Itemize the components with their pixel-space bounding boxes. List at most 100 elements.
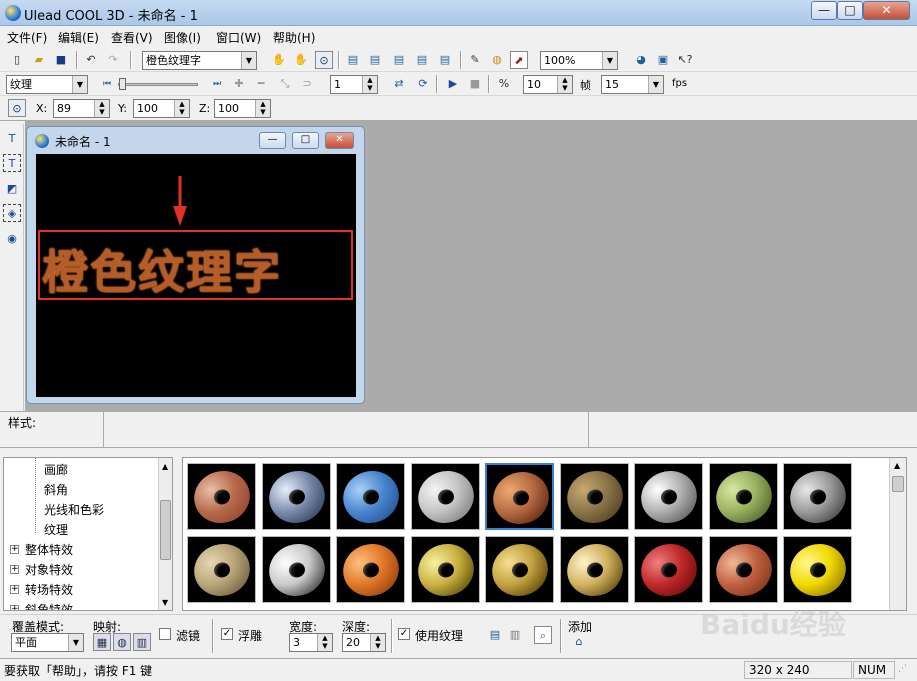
gallery-scrollbar[interactable]: ▲ <box>889 458 906 610</box>
insert-geometry-icon[interactable]: ◉ <box>3 230 21 248</box>
spin-arrows-icon[interactable]: ▲ ▼ <box>370 634 385 651</box>
menu-file[interactable]: 文件(F) <box>7 29 47 46</box>
remove-keyframe-icon[interactable]: ━ <box>252 75 270 93</box>
fps-select[interactable]: 15 ▼ <box>601 75 664 94</box>
load-image-icon[interactable]: ▤ <box>486 626 504 644</box>
hand-move-icon[interactable]: ✋ <box>270 51 288 69</box>
add-keyframe-icon[interactable]: ✚ <box>230 75 248 93</box>
scroll-thumb[interactable] <box>160 500 171 560</box>
view-front-icon[interactable]: ▤ <box>344 51 362 69</box>
texture-thumb[interactable] <box>410 463 481 531</box>
tree-item-global-fx[interactable]: 整体特效 <box>25 541 73 558</box>
texture-thumb[interactable] <box>559 463 630 531</box>
scroll-down-icon[interactable]: ▼ <box>162 598 168 607</box>
tree-scrollbar[interactable]: ▲ ▼ <box>158 458 172 610</box>
chevron-down-icon[interactable]: ▼ <box>68 634 83 651</box>
image-export-icon[interactable]: ▣ <box>654 51 672 69</box>
stop-icon[interactable]: ■ <box>466 75 484 93</box>
tree-item-light-color[interactable]: 光线和色彩 <box>44 501 104 518</box>
render-canvas[interactable]: 橙色纹理字 <box>36 154 356 397</box>
blend-mode-select[interactable]: 平面 ▼ <box>11 633 84 652</box>
save-icon[interactable]: ■ <box>52 51 70 69</box>
loop-icon[interactable]: ⇄ <box>390 75 408 93</box>
texture-thumb[interactable] <box>783 536 853 604</box>
use-texture-checkbox[interactable]: ✓ <box>398 628 410 640</box>
resize-grip-icon[interactable]: ⋰ <box>898 664 912 678</box>
new-file-icon[interactable]: ▯ <box>8 51 26 69</box>
tree-item-texture[interactable]: 纹理 <box>44 521 68 538</box>
total-frames-spinner[interactable]: 10 ▲ ▼ <box>523 75 573 94</box>
timeline-slider[interactable] <box>118 78 198 90</box>
object-select[interactable]: 橙色纹理字 ▼ <box>142 51 257 70</box>
web-export-icon[interactable]: ◕ <box>632 51 650 69</box>
maximize-button[interactable]: □ <box>837 1 863 20</box>
view-back-icon[interactable]: ▤ <box>413 51 431 69</box>
spin-arrows-icon[interactable]: ▲ ▼ <box>255 100 270 117</box>
chart-icon[interactable]: ⬈ <box>510 51 528 69</box>
minimize-button[interactable]: — <box>811 1 837 20</box>
position-mode-icon[interactable]: ⊙ <box>8 99 26 117</box>
view-bottom-icon[interactable]: ▤ <box>436 51 454 69</box>
redo-icon[interactable]: ↷ <box>104 51 122 69</box>
light-icon[interactable]: ✎ <box>466 51 484 69</box>
edit-graphic-icon[interactable]: ◈ <box>3 204 21 222</box>
texture-thumb[interactable] <box>783 463 853 531</box>
tree-item-object-fx[interactable]: 对象特效 <box>25 561 73 578</box>
spin-arrows-icon[interactable]: ▲ ▼ <box>557 76 572 93</box>
filter-checkbox[interactable] <box>159 628 171 640</box>
hand-rotate-icon[interactable]: ✋ <box>292 51 310 69</box>
doc-maximize-button[interactable]: □ <box>292 132 319 149</box>
texture-thumb[interactable] <box>708 463 779 531</box>
3d-text-object[interactable]: 橙色纹理字 <box>42 236 352 302</box>
expand-icon[interactable]: + <box>10 585 19 594</box>
open-folder-icon[interactable]: ▰ <box>30 51 48 69</box>
menu-edit[interactable]: 编辑(E) <box>58 29 99 46</box>
expand-icon[interactable]: + <box>10 565 19 574</box>
expand-icon[interactable]: + <box>10 545 19 554</box>
spin-arrows-icon[interactable]: ▲ ▼ <box>362 76 377 93</box>
texture-thumb[interactable] <box>485 536 555 604</box>
current-frame-spinner[interactable]: 1 ▲ ▼ <box>330 75 378 94</box>
scroll-thumb[interactable] <box>892 476 904 492</box>
tree-item-bevel-fx[interactable]: 斜角特效 <box>25 601 73 610</box>
help-pointer-icon[interactable]: ↖? <box>676 51 694 69</box>
texture-thumb[interactable] <box>261 463 332 531</box>
globe-icon[interactable]: ◍ <box>488 51 506 69</box>
z-spinner[interactable]: 100 ▲ ▼ <box>214 99 271 118</box>
map-plane-icon[interactable]: ▦ <box>93 633 111 651</box>
document-window[interactable]: 未命名 - 1 — □ ✕ 橙色纹理字 <box>26 126 365 404</box>
chevron-down-icon[interactable]: ▼ <box>648 76 663 93</box>
insert-graphic-icon[interactable]: ◩ <box>3 180 21 198</box>
emboss-checkbox[interactable]: ✓ <box>221 628 233 640</box>
chevron-down-icon[interactable]: ▼ <box>602 52 617 69</box>
first-frame-icon[interactable]: ⏮ <box>98 75 116 93</box>
split-keyframe-icon[interactable]: ⤡ <box>276 75 294 93</box>
attribute-select[interactable]: 纹理 ▼ <box>6 75 88 94</box>
texture-thumb[interactable] <box>485 463 556 532</box>
select-object-icon[interactable]: ⊙ <box>315 51 333 69</box>
menu-window[interactable]: 窗口(W) <box>216 29 261 46</box>
ping-pong-icon[interactable]: ⟳ <box>414 75 432 93</box>
menu-help[interactable]: 帮助(H) <box>273 29 315 46</box>
texture-thumb[interactable] <box>336 463 406 531</box>
tree-item-gallery[interactable]: 画廊 <box>44 461 68 478</box>
spin-arrows-icon[interactable]: ▲ ▼ <box>174 100 189 117</box>
view-side-icon[interactable]: ▤ <box>366 51 384 69</box>
spin-arrows-icon[interactable]: ▲ ▼ <box>317 634 332 651</box>
add-to-gallery-icon[interactable]: ⌂ <box>570 633 588 651</box>
expand-icon[interactable]: + <box>10 605 19 610</box>
edit-text-icon[interactable]: T <box>3 154 21 172</box>
tree-item-transition-fx[interactable]: 转场特效 <box>25 581 73 598</box>
x-spinner[interactable]: 89 ▲ ▼ <box>53 99 110 118</box>
chevron-down-icon[interactable]: ▼ <box>241 52 256 69</box>
menu-view[interactable]: 查看(V) <box>111 29 153 46</box>
play-icon[interactable]: ▶ <box>444 75 462 93</box>
texture-thumb[interactable] <box>261 536 332 604</box>
close-button[interactable]: ✕ <box>863 1 910 20</box>
image-preview-icon[interactable]: ▥ <box>506 626 524 644</box>
texture-thumb[interactable] <box>410 536 481 604</box>
insert-text-icon[interactable]: T <box>3 130 21 148</box>
scroll-up-icon[interactable]: ▲ <box>894 461 900 470</box>
map-box-icon[interactable]: ▥ <box>133 633 151 651</box>
y-spinner[interactable]: 100 ▲ ▼ <box>133 99 190 118</box>
